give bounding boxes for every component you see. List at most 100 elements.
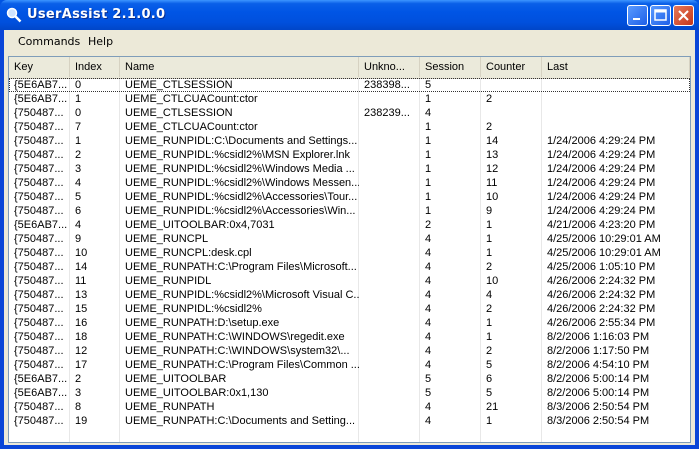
close-button[interactable] [673, 5, 694, 26]
header-col-session[interactable]: Session [420, 57, 481, 77]
table-row[interactable]: {750487... 14 UEME_RUNPATH:C:\Program File… [9, 260, 690, 274]
table-row[interactable]: {750487... 9 UEME_RUNCPL 4 1 4/25/2006 10:29:… [9, 232, 690, 246]
table-row[interactable]: {750487... 7 UEME_CTLCUACount:ctor 1 2 [9, 120, 690, 134]
col-key-cell: {750487... [14, 247, 64, 259]
table-row[interactable]: {750487... 13 UEME_RUNPIDL:%csidl2%\Micros… [9, 288, 690, 302]
header-col-last[interactable]: Last [542, 57, 690, 77]
table-row[interactable]: {750487... 2 UEME_RUNPIDL:%csidl2%\MSN Exp… [9, 148, 690, 162]
title-bar[interactable]: UserAssist 2.1.0.0 [0, 0, 699, 30]
col-unknown-cell [359, 162, 420, 176]
col-session-cell: 4 [425, 415, 432, 427]
header-col-unknown[interactable]: Unkno... [359, 57, 420, 77]
col-unknown-cell [359, 232, 420, 246]
col-index-cell: 7 [75, 121, 82, 133]
table-row[interactable]: {750487... 0 UEME_CTLSESSION 238239... 4 [9, 106, 690, 120]
col-key-cell: {750487... [14, 317, 64, 329]
col-index-cell: 15 [75, 303, 88, 315]
col-session-cell: 1 [425, 149, 432, 161]
header-col-counter[interactable]: Counter [481, 57, 542, 77]
table-row[interactable]: {5E6AB7... 0 UEME_CTLSESSION 238398... 5 [9, 78, 690, 92]
col-name-cell: UEME_CTLSESSION [125, 79, 233, 91]
col-session-cell: 4 [425, 261, 432, 273]
col-last-cell: 4/26/2006 2:24:32 PM [547, 303, 656, 315]
table-row[interactable]: {5E6AB7... 3 UEME_UITOOLBAR:0x1,130 5 5 8/2/2… [9, 386, 690, 400]
table-row[interactable]: {750487... 8 UEME_RUNPATH 4 21 8/3/2006 2:50:… [9, 400, 690, 414]
col-counter-cell [481, 106, 542, 120]
col-index-cell: 14 [75, 261, 88, 273]
col-counter-cell: 2 [486, 261, 493, 273]
col-unknown-cell [359, 372, 420, 386]
table-row[interactable]: {5E6AB7... 1 UEME_CTLCUACount:ctor 1 2 [9, 92, 690, 106]
table-row[interactable]: {750487... 17 UEME_RUNPATH:C:\Program File… [9, 358, 690, 372]
col-name-cell: UEME_RUNPIDL:C:\Documents and Settings..… [125, 135, 358, 147]
col-last-cell [542, 106, 690, 120]
col-session-cell: 1 [425, 205, 432, 217]
col-unknown-cell [359, 414, 420, 428]
col-name-cell: UEME_RUNPIDL:%csidl2%\MSN Explorer.lnk [125, 149, 350, 161]
client-area: Commands Help Key Index Name Unkno... Sessio… [4, 30, 695, 445]
header-col-key[interactable]: Key [9, 57, 70, 77]
col-name-cell: UEME_UITOOLBAR:0x4,7031 [125, 219, 275, 231]
col-session-cell: 4 [425, 275, 432, 287]
col-name-cell: UEME_CTLCUACount:ctor [125, 121, 258, 133]
col-counter-cell: 1 [486, 247, 493, 259]
col-index-cell: 5 [75, 191, 82, 203]
col-session-cell: 1 [425, 121, 432, 133]
col-unknown-cell [359, 190, 420, 204]
col-name-cell: UEME_RUNPATH:D:\setup.exe [125, 317, 280, 329]
col-index-cell: 2 [75, 149, 82, 161]
table-row[interactable]: {750487... 18 UEME_RUNPATH:C:\WINDOWS\rege… [9, 330, 690, 344]
table-row[interactable]: {750487... 6 UEME_RUNPIDL:%csidl2%\Accesso… [9, 204, 690, 218]
header-col-index[interactable]: Index [70, 57, 120, 77]
col-unknown-cell [359, 316, 420, 330]
col-name-cell: UEME_CTLCUACount:ctor [125, 93, 258, 105]
col-index-cell: 3 [75, 387, 82, 399]
col-last-cell: 8/2/2006 1:17:50 PM [547, 345, 650, 357]
table-row[interactable]: {750487... 15 UEME_RUNPIDL:%csidl2% 4 2 4/26/… [9, 302, 690, 316]
col-last-cell [542, 92, 690, 106]
col-session-cell: 1 [425, 191, 432, 203]
col-counter-cell: 21 [486, 401, 499, 413]
col-key-cell: {750487... [14, 107, 64, 119]
col-last-cell: 1/24/2006 4:29:24 PM [547, 191, 656, 203]
col-counter-cell: 1 [486, 233, 493, 245]
table-row[interactable]: {5E6AB7... 2 UEME_UITOOLBAR 5 6 8/2/2006 5:00… [9, 372, 690, 386]
table-row[interactable]: {750487... 16 UEME_RUNPATH:D:\setup.exe 4 1 4… [9, 316, 690, 330]
col-last-cell: 4/26/2006 2:55:34 PM [547, 317, 656, 329]
minimize-button[interactable] [627, 5, 648, 26]
col-session-cell: 5 [425, 79, 432, 91]
table-row[interactable]: {5E6AB7... 4 UEME_UITOOLBAR:0x4,7031 2 1 4/21… [9, 218, 690, 232]
col-index-cell: 4 [75, 177, 82, 189]
col-counter-cell: 14 [486, 135, 499, 147]
col-session-cell: 1 [425, 177, 432, 189]
col-last-cell: 4/26/2006 2:24:32 PM [547, 289, 656, 301]
table-row[interactable]: {750487... 3 UEME_RUNPIDL:%csidl2%\Windows… [9, 162, 690, 176]
col-last-cell: 8/3/2006 2:50:54 PM [547, 401, 650, 413]
col-unknown-cell [359, 120, 420, 134]
table-row[interactable]: {750487... 12 UEME_RUNPATH:C:\WINDOWS\syst… [9, 344, 690, 358]
table-row[interactable]: {750487... 1 UEME_RUNPIDL:C:\Documents and… [9, 134, 690, 148]
table-row[interactable]: {750487... 10 UEME_RUNCPL:desk.cpl 4 1 4/25/2… [9, 246, 690, 260]
col-counter-cell: 9 [486, 205, 493, 217]
table-row[interactable]: {750487... 19 UEME_RUNPATH:C:\Documents an… [9, 414, 690, 428]
col-counter-cell: 1 [486, 219, 493, 231]
table-row[interactable]: {750487... 4 UEME_RUNPIDL:%csidl2%\Windows… [9, 176, 690, 190]
table-row[interactable]: {750487... 11 UEME_RUNPIDL 4 10 4/26/2006 2:2… [9, 274, 690, 288]
col-unknown-cell [359, 260, 420, 274]
menu-commands[interactable]: Commands [18, 35, 80, 48]
menu-help[interactable]: Help [88, 35, 113, 48]
col-name-cell: UEME_RUNPATH:C:\WINDOWS\system32\... [125, 345, 350, 357]
col-unknown-cell [359, 274, 420, 288]
col-session-cell: 4 [425, 331, 432, 343]
userassist-list[interactable]: Key Index Name Unkno... Session Counter Last {… [8, 56, 691, 443]
col-session-cell: 1 [425, 163, 432, 175]
table-row[interactable]: {750487... 5 UEME_RUNPIDL:%csidl2%\Accesso… [9, 190, 690, 204]
col-name-cell: UEME_RUNPATH:C:\Program Files\Common ... [125, 359, 359, 371]
col-counter-cell [481, 78, 542, 92]
maximize-button[interactable] [650, 5, 671, 26]
col-name-cell: UEME_UITOOLBAR:0x1,130 [125, 387, 269, 399]
col-last-cell: 1/24/2006 4:29:24 PM [547, 205, 656, 217]
header-col-name[interactable]: Name [120, 57, 359, 77]
col-key-cell: {750487... [14, 135, 64, 147]
app-window: UserAssist 2.1.0.0 Commands Help Key Inde… [0, 0, 699, 449]
